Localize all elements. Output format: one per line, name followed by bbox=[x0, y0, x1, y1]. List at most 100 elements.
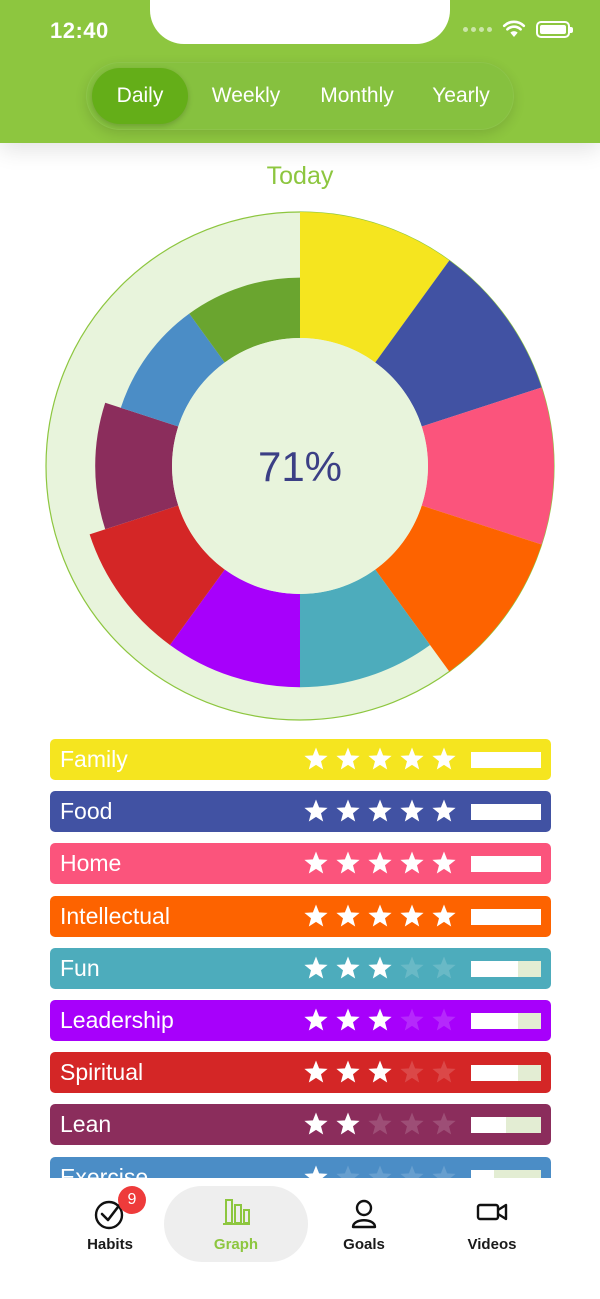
tab-graph-label: Graph bbox=[213, 1236, 259, 1253]
star-empty-icon[interactable] bbox=[399, 1007, 425, 1033]
star-filled-icon[interactable] bbox=[303, 1164, 329, 1178]
star-filled-icon[interactable] bbox=[303, 850, 329, 876]
tab-graph[interactable]: Graph bbox=[164, 1186, 308, 1262]
category-progress-bar bbox=[471, 752, 541, 768]
star-filled-icon[interactable] bbox=[335, 746, 361, 772]
category-row-leadership[interactable]: Leadership bbox=[50, 1000, 551, 1041]
star-filled-icon[interactable] bbox=[367, 746, 393, 772]
star-filled-icon[interactable] bbox=[303, 1111, 329, 1137]
star-filled-icon[interactable] bbox=[303, 746, 329, 772]
videos-camera-icon bbox=[476, 1203, 508, 1221]
category-label: Spiritual bbox=[60, 1059, 144, 1086]
star-empty-icon[interactable] bbox=[431, 1164, 457, 1178]
star-filled-icon[interactable] bbox=[367, 798, 393, 824]
star-rating[interactable] bbox=[303, 746, 457, 773]
category-row-spiritual[interactable]: Spiritual bbox=[50, 1052, 551, 1094]
star-filled-icon[interactable] bbox=[303, 798, 329, 824]
device-notch bbox=[150, 0, 450, 44]
star-filled-icon[interactable] bbox=[335, 798, 361, 824]
star-empty-icon[interactable] bbox=[399, 1164, 425, 1178]
star-empty-icon[interactable] bbox=[335, 1164, 361, 1178]
category-label: Leadership bbox=[60, 1007, 174, 1033]
category-label: Fun bbox=[60, 954, 100, 981]
progress-fill bbox=[471, 1169, 495, 1178]
progress-fill bbox=[471, 856, 541, 873]
category-progress-bar bbox=[471, 1169, 541, 1178]
star-filled-icon[interactable] bbox=[431, 850, 457, 876]
category-row-intellectual[interactable]: Intellectual bbox=[50, 895, 551, 937]
star-filled-icon[interactable] bbox=[303, 903, 329, 929]
segment-weekly[interactable]: Weekly bbox=[198, 68, 294, 124]
segment-monthly[interactable]: Monthly bbox=[302, 68, 412, 124]
star-filled-icon[interactable] bbox=[335, 903, 361, 929]
category-progress-bar bbox=[471, 856, 541, 873]
star-filled-icon[interactable] bbox=[399, 746, 425, 772]
star-filled-icon[interactable] bbox=[367, 1007, 393, 1033]
star-empty-icon[interactable] bbox=[367, 1164, 393, 1178]
star-filled-icon[interactable] bbox=[431, 903, 457, 929]
star-empty-icon[interactable] bbox=[431, 955, 457, 981]
star-filled-icon[interactable] bbox=[303, 955, 329, 981]
header-bar: 12:40 Daily Weekly Monthly Yearly bbox=[0, 0, 600, 143]
tab-habits-label: Habits bbox=[87, 1236, 133, 1253]
star-filled-icon[interactable] bbox=[399, 798, 425, 824]
star-filled-icon[interactable] bbox=[335, 850, 361, 876]
tab-videos[interactable]: Videos bbox=[440, 1186, 544, 1262]
star-filled-icon[interactable] bbox=[367, 850, 393, 876]
star-filled-icon[interactable] bbox=[431, 746, 457, 772]
overall-percent: 71% bbox=[258, 443, 342, 490]
tab-goals[interactable]: Goals bbox=[312, 1186, 416, 1262]
star-filled-icon[interactable] bbox=[335, 1059, 361, 1085]
star-rating[interactable] bbox=[303, 903, 457, 930]
progress-fill bbox=[471, 1013, 518, 1029]
segment-daily[interactable]: Daily bbox=[92, 68, 188, 124]
star-empty-icon[interactable] bbox=[431, 1111, 457, 1137]
category-label: Lean bbox=[60, 1111, 112, 1138]
star-empty-icon[interactable] bbox=[431, 1007, 457, 1033]
category-progress-bar bbox=[471, 908, 541, 925]
progress-fill bbox=[471, 960, 518, 977]
star-filled-icon[interactable] bbox=[335, 1007, 361, 1033]
segment-yearly[interactable]: Yearly bbox=[416, 68, 506, 124]
category-label: Exercise bbox=[60, 1163, 149, 1178]
star-filled-icon[interactable] bbox=[399, 903, 425, 929]
wifi-icon bbox=[502, 20, 526, 37]
category-row-home[interactable]: Home bbox=[50, 843, 551, 885]
star-filled-icon[interactable] bbox=[367, 1059, 393, 1085]
star-filled-icon[interactable] bbox=[367, 903, 393, 929]
category-radial-chart: 71% bbox=[45, 211, 555, 721]
star-empty-icon[interactable] bbox=[399, 955, 425, 981]
star-rating[interactable] bbox=[303, 850, 457, 877]
category-row-lean[interactable]: Lean bbox=[50, 1104, 551, 1146]
category-row-fun[interactable]: Fun bbox=[50, 947, 551, 989]
star-filled-icon[interactable] bbox=[335, 1111, 361, 1137]
tab-habits[interactable]: 9 Habits bbox=[56, 1186, 164, 1262]
category-label: Home bbox=[60, 850, 122, 877]
star-filled-icon[interactable] bbox=[303, 1007, 329, 1033]
star-empty-icon[interactable] bbox=[399, 1059, 425, 1085]
category-progress-bar bbox=[471, 1117, 541, 1134]
category-row-exercise[interactable]: Exercise bbox=[50, 1156, 551, 1178]
star-empty-icon[interactable] bbox=[399, 1111, 425, 1137]
star-rating[interactable] bbox=[303, 798, 457, 825]
star-rating[interactable] bbox=[303, 955, 457, 982]
star-rating[interactable] bbox=[303, 1007, 457, 1034]
progress-fill bbox=[471, 908, 541, 925]
star-filled-icon[interactable] bbox=[431, 798, 457, 824]
progress-fill bbox=[471, 1117, 506, 1134]
status-indicators bbox=[463, 20, 573, 38]
star-filled-icon[interactable] bbox=[367, 955, 393, 981]
star-filled-icon[interactable] bbox=[303, 1059, 329, 1085]
star-empty-icon[interactable] bbox=[431, 1059, 457, 1085]
star-rating[interactable] bbox=[303, 1164, 457, 1178]
star-rating[interactable] bbox=[303, 1059, 457, 1086]
star-rating[interactable] bbox=[303, 1111, 457, 1138]
category-list: Family Food Home Intellectual Fun Leadership S… bbox=[50, 739, 551, 1178]
battery-icon bbox=[536, 20, 573, 38]
category-row-family[interactable]: Family bbox=[50, 739, 551, 780]
category-progress-bar bbox=[471, 804, 541, 821]
star-filled-icon[interactable] bbox=[335, 955, 361, 981]
star-empty-icon[interactable] bbox=[367, 1111, 393, 1137]
star-filled-icon[interactable] bbox=[399, 850, 425, 876]
category-row-food[interactable]: Food bbox=[50, 791, 551, 833]
